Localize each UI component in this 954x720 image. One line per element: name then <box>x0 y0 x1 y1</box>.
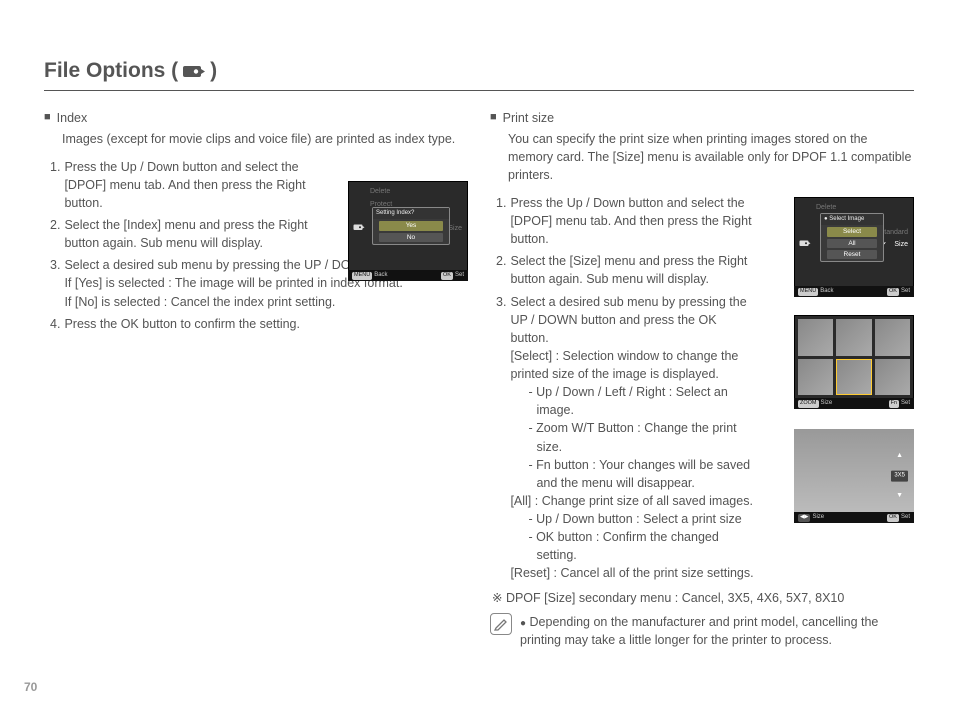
step-number: 3. <box>50 256 60 310</box>
camera-ui-single-photo: ▲ 3X5 ▼ ◀▶Size OKSet <box>794 429 914 523</box>
thumbnail <box>875 319 910 356</box>
right-step-3-select: [Select] : Selection window to change th… <box>510 347 756 383</box>
right-step-3-reset: [Reset] : Cancel all of the print size s… <box>510 564 756 582</box>
step-number: 2. <box>496 252 506 288</box>
printsize-heading: Print size <box>503 109 554 127</box>
camera-file-icon <box>352 185 366 269</box>
footer-set: Set <box>901 400 910 406</box>
thumbnail <box>798 359 833 396</box>
page-number: 70 <box>24 679 37 696</box>
index-desc: Images (except for movie clips and voice… <box>62 130 468 148</box>
left-column: ■ Index Images (except for movie clips a… <box>44 109 468 649</box>
title-bar: File Options ( ) <box>44 56 914 91</box>
footer-set: Set <box>901 514 910 520</box>
dialog-option-no: No <box>379 233 443 242</box>
dialog-option-select: Select <box>827 227 877 236</box>
right-step-3-d3: - Fn button : Your changes will be saved… <box>528 456 756 492</box>
left-step-4: Press the OK button to confirm the setti… <box>64 315 468 333</box>
camera-file-icon <box>798 201 812 285</box>
step-number: 3. <box>496 293 506 583</box>
arrow-up-icon: ▲ <box>896 451 903 461</box>
dialog-option-all: All <box>827 239 877 248</box>
note-icon <box>490 613 512 635</box>
nav-pill: ◀▶ <box>798 514 810 522</box>
left-step-3c: If [No] is selected : Cancel the index p… <box>64 295 335 309</box>
thumbnail <box>875 359 910 396</box>
file-options-icon <box>182 63 206 79</box>
menu-item-delete: Delete <box>370 187 462 197</box>
right-step-3-d5: - OK button : Confirm the changed settin… <box>528 528 756 564</box>
right-step-3-d4: - Up / Down button : Select a print size <box>528 510 756 528</box>
footer-back: Back <box>374 272 387 278</box>
step-number: 4. <box>50 315 60 333</box>
dialog-option-yes: Yes <box>379 221 443 230</box>
zoom-pill: ZOOM <box>798 400 819 408</box>
thumbnail <box>836 319 871 356</box>
step-number: 1. <box>50 158 60 212</box>
page-title: File Options ( ) <box>44 56 914 86</box>
right-step-3-d2: - Zoom W/T Button : Change the print siz… <box>528 419 756 455</box>
setting-index-dialog: Setting Index? Yes No <box>372 207 450 245</box>
footer-back: Back <box>820 288 833 294</box>
fn-pill: Fn <box>889 400 899 408</box>
footer-set: Set <box>901 288 910 294</box>
index-heading: Index <box>57 109 88 127</box>
select-image-dialog: ● Select Image Select All Reset <box>820 213 884 262</box>
footer-set: Set <box>455 272 464 278</box>
ok-pill: OK <box>441 272 453 280</box>
menu-item-delete: Delete <box>816 203 908 213</box>
secondary-menu-note: ※ DPOF [Size] secondary menu : Cancel, 3… <box>492 589 914 607</box>
step-number: 1. <box>496 194 506 248</box>
footer-size: Size <box>812 514 824 520</box>
right-step-3-d1: - Up / Down / Left / Right : Select an i… <box>528 383 756 419</box>
ok-pill: OK <box>887 288 899 296</box>
thumbnail-selected <box>836 359 871 396</box>
menu-pill: MENU <box>798 288 818 296</box>
menu-pill: MENU <box>352 272 372 280</box>
title-text: File Options ( <box>44 56 178 86</box>
footer-size: Size <box>821 400 833 406</box>
right-column: ■ Print size You can specify the print s… <box>490 109 914 649</box>
camera-ui-size-dialog: Delete . Standard Size ● Select Image Se… <box>794 197 914 297</box>
size-badge: 3X5 <box>891 471 908 482</box>
step-number: 2. <box>50 216 60 252</box>
bullet-icon: ■ <box>44 109 51 127</box>
title-end: ) <box>210 56 217 86</box>
right-step-1: Press the Up / Down button and select th… <box>510 194 756 248</box>
thumbnail <box>798 319 833 356</box>
ok-pill: OK <box>887 514 899 522</box>
arrow-down-icon: ▼ <box>896 491 903 501</box>
dialog-option-reset: Reset <box>827 250 877 259</box>
right-step-2: Select the [Size] menu and press the Rig… <box>510 252 756 288</box>
dialog-title: Setting Index? <box>376 210 414 216</box>
right-step-3-all: [All] : Change print size of all saved i… <box>510 492 756 510</box>
dialog-title-select: Select Image <box>829 216 864 222</box>
note-text: Depending on the manufacturer and print … <box>520 615 878 648</box>
bullet-icon: ■ <box>490 109 497 127</box>
camera-ui-thumbnail-grid: ZOOMSize FnSet <box>794 315 914 409</box>
left-step-2: Select the [Index] menu and press the Ri… <box>64 216 310 252</box>
printsize-desc: You can specify the print size when prin… <box>508 130 914 184</box>
right-step-3a: Select a desired sub menu by pressing th… <box>510 295 746 345</box>
left-step-1: Press the Up / Down button and select th… <box>64 158 310 212</box>
camera-ui-index-dialog: Delete Protect . Size Setting Index? Yes… <box>348 181 468 281</box>
